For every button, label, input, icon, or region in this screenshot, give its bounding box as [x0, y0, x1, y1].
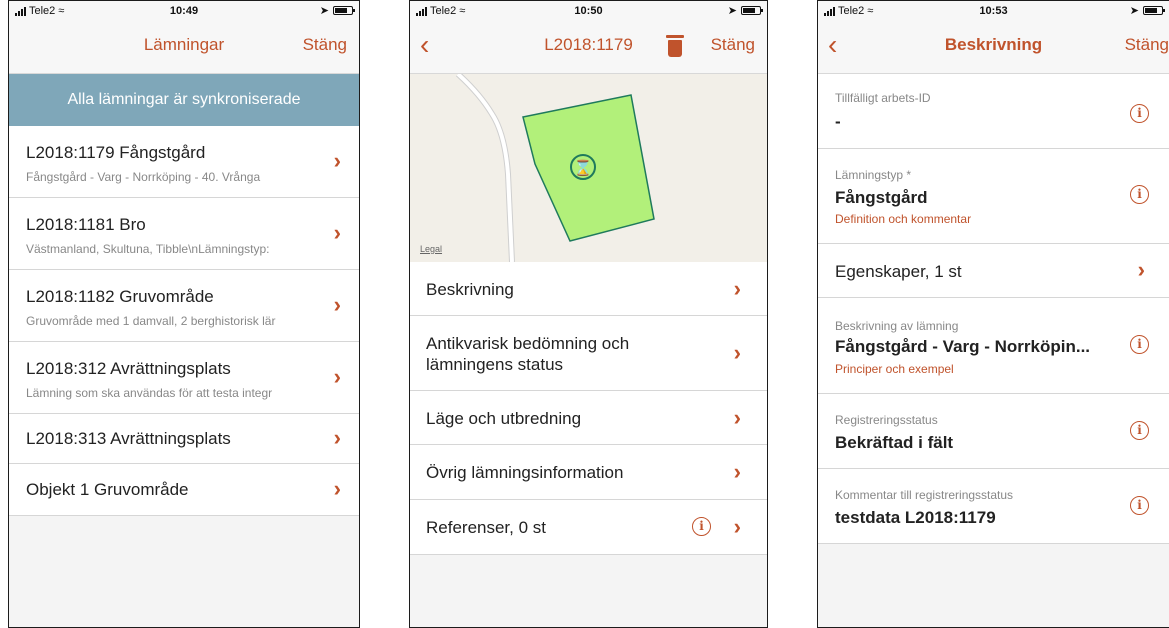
sync-status-banner: Alla lämningar är synkroniserade — [9, 74, 359, 126]
info-icon[interactable]: i — [692, 517, 711, 536]
list-item-subtitle: Lämning som ska användas för att testa i… — [26, 386, 273, 400]
hourglass-glyph: ⌛ — [574, 159, 593, 177]
field-value: testdata L2018:1179 — [835, 508, 996, 527]
chevron-right-icon: › — [333, 476, 341, 501]
field-label: Tillfälligt arbets-ID — [835, 91, 931, 105]
menu-item-ovrig[interactable]: Övrig lämningsinformation › — [410, 445, 767, 500]
phone-screen-beskrivning: Tele2 ≈ 10:53 ➤ ‹ Beskrivning Stäng Till… — [817, 0, 1169, 628]
info-icon[interactable]: i — [1130, 421, 1149, 440]
status-right: ➤ — [727, 4, 763, 17]
chevron-right-icon: › — [333, 425, 341, 450]
menu-item-lage[interactable]: Läge och utbredning › — [410, 391, 767, 445]
chevron-right-icon: › — [733, 514, 741, 539]
menu-item-label: Övrig lämningsinformation — [426, 463, 624, 482]
close-button[interactable]: Stäng — [711, 35, 755, 55]
chevron-right-icon: › — [733, 276, 741, 301]
battery-icon — [741, 6, 763, 15]
info-icon[interactable]: i — [1130, 335, 1149, 354]
list-item-title: L2018:313 Avrättningsplats — [26, 429, 231, 448]
chevron-right-icon: › — [333, 148, 341, 173]
field-label: Lämningstyp * — [835, 168, 912, 182]
chevron-right-icon: › — [733, 459, 741, 484]
location-icon: ➤ — [1129, 5, 1139, 17]
menu-item-label-line2: lämningens status — [426, 355, 564, 374]
status-bar: Tele2 ≈ 10:53 ➤ — [818, 1, 1169, 21]
list-item[interactable]: L2018:1182 Gruvområde Gruvområde med 1 d… — [9, 270, 359, 342]
chevron-right-icon: › — [333, 364, 341, 389]
field-row-egenskaper[interactable]: Egenskaper, 1 st › — [818, 244, 1169, 298]
menu-item-label: Referenser, 0 st — [426, 518, 547, 537]
menu-item-antikvarisk[interactable]: Antikvarisk bedömning och lämningens sta… — [410, 316, 767, 391]
page-title: Beskrivning — [944, 35, 1043, 54]
status-bar: Tele2 ≈ 10:49 ➤ — [9, 1, 359, 21]
principles-link[interactable]: Principer och exempel — [835, 362, 954, 376]
status-bar: Tele2 ≈ 10:50 ➤ — [410, 1, 767, 21]
field-label: Kommentar till registreringsstatus — [835, 488, 1014, 502]
list-item-subtitle: Västmanland, Skultuna, Tibble\nLämningst… — [26, 242, 270, 256]
list-item-title: L2018:1181 Bro — [26, 215, 146, 234]
map-road-inner — [456, 74, 514, 262]
chevron-right-icon: › — [1137, 257, 1145, 282]
list-item-subtitle: Fångstgård - Varg - Norrköping - 40. Vrå… — [26, 170, 261, 184]
field-label: Beskrivning av lämning — [835, 319, 959, 333]
field-value: Bekräftad i fält — [835, 433, 954, 452]
list-item[interactable]: L2018:313 Avrättningsplats › — [9, 414, 359, 464]
map-view[interactable]: ⌛ Legal — [410, 74, 767, 262]
menu-item-label: Beskrivning — [426, 280, 514, 299]
list-item[interactable]: Objekt 1 Gruvområde › — [9, 464, 359, 516]
phone-screen-lamning-detail: Tele2 ≈ 10:50 ➤ ‹ L2018:1179 Stäng ⌛ Leg… — [409, 0, 768, 628]
trash-icon[interactable] — [666, 35, 684, 57]
info-icon[interactable]: i — [1130, 104, 1149, 123]
field-label: Registreringsstatus — [835, 413, 938, 427]
status-right: ➤ — [1129, 4, 1165, 17]
map-canvas: ⌛ — [455, 74, 655, 262]
location-icon: ➤ — [727, 5, 737, 17]
list-item-title: Objekt 1 Gruvområde — [26, 480, 189, 499]
info-icon[interactable]: i — [1130, 185, 1149, 204]
clock: 10:50 — [574, 5, 603, 17]
field-row-lamningstyp[interactable]: Lämningstyp * Fångstgård Definition och … — [818, 149, 1169, 244]
chevron-right-icon: › — [733, 340, 741, 365]
field-value: Fångstgård - Varg - Norrköpin... — [835, 337, 1091, 356]
list-item-title: L2018:312 Avrättningsplats — [26, 359, 231, 378]
definition-link[interactable]: Definition och kommentar — [835, 212, 971, 226]
close-button[interactable]: Stäng — [303, 35, 347, 55]
list-item-title: L2018:1182 Gruvområde — [26, 287, 214, 306]
field-value: Fångstgård — [835, 188, 928, 207]
close-button[interactable]: Stäng — [1125, 35, 1169, 55]
menu-item-label: Antikvarisk bedömning och — [426, 334, 630, 353]
battery-icon — [333, 6, 355, 15]
navigation-bar: Lämningar Stäng — [9, 21, 359, 74]
location-icon: ➤ — [319, 5, 329, 17]
field-row-registreringsstatus[interactable]: Registreringsstatus Bekräftad i fält i — [818, 394, 1169, 469]
list-item-title: L2018:1179 Fångstgård — [26, 143, 206, 162]
field-value: - — [835, 112, 841, 131]
chevron-right-icon: › — [333, 292, 341, 317]
menu-item-beskrivning[interactable]: Beskrivning › — [410, 262, 767, 316]
clock: 10:53 — [979, 5, 1008, 17]
map-legal-link[interactable]: Legal — [420, 244, 442, 254]
info-icon[interactable]: i — [1130, 496, 1149, 515]
battery-icon — [1143, 6, 1165, 15]
list-item-subtitle: Gruvområde med 1 damvall, 2 berghistoris… — [26, 314, 276, 328]
list-item[interactable]: L2018:1181 Bro Västmanland, Skultuna, Ti… — [9, 198, 359, 270]
menu-item-label: Läge och utbredning — [426, 409, 582, 428]
clock: 10:49 — [169, 5, 199, 17]
field-row-arbets-id[interactable]: Tillfälligt arbets-ID - i — [818, 74, 1169, 149]
field-value: Egenskaper, 1 st — [835, 262, 962, 281]
field-row-beskrivning[interactable]: Beskrivning av lämning Fångstgård - Varg… — [818, 298, 1169, 394]
chevron-right-icon: › — [733, 405, 741, 430]
phone-screen-lamningar: Tele2 ≈ 10:49 ➤ Lämningar Stäng Alla läm… — [8, 0, 360, 628]
list-item[interactable]: L2018:312 Avrättningsplats Lämning som s… — [9, 342, 359, 414]
chevron-right-icon: › — [333, 220, 341, 245]
field-row-kommentar[interactable]: Kommentar till registreringsstatus testd… — [818, 469, 1169, 544]
navigation-bar: ‹ Beskrivning Stäng — [818, 21, 1169, 74]
list-item[interactable]: L2018:1179 Fångstgård Fångstgård - Varg … — [9, 126, 359, 198]
menu-item-referenser[interactable]: Referenser, 0 st i › — [410, 500, 767, 555]
status-right: ➤ — [319, 4, 355, 17]
navigation-bar: ‹ L2018:1179 Stäng — [410, 21, 767, 74]
